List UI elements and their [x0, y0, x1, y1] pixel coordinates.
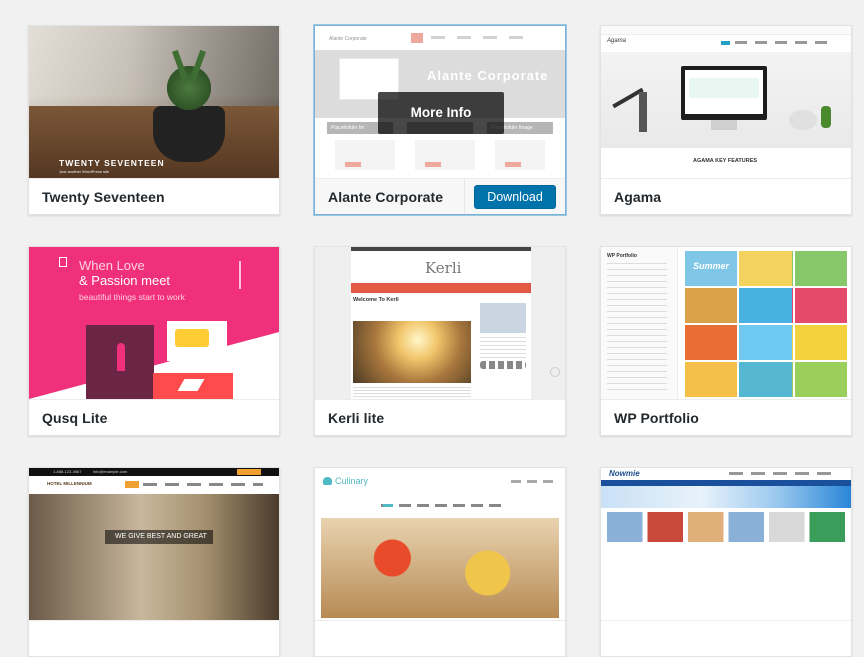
preview-phone: 1-888-123-4567: [53, 469, 82, 474]
more-info-label: More Info: [410, 105, 472, 120]
theme-name-bar: [601, 620, 851, 656]
preview-summer-text: Summer: [693, 261, 730, 271]
theme-screenshot[interactable]: WP Portfolio Summer: [601, 247, 851, 399]
theme-name: WP Portfolio: [614, 410, 699, 426]
theme-name-bar: [29, 620, 279, 656]
theme-name-bar: Kerli lite: [315, 399, 565, 435]
theme-name: Qusq Lite: [42, 410, 108, 426]
theme-card-qusq-lite[interactable]: When Love & Passion meet beautiful thing…: [28, 246, 280, 436]
theme-screenshot[interactable]: Alante Corporate Alante Corporate Placeh…: [315, 26, 565, 178]
preview-logo: Culinary: [335, 476, 369, 486]
theme-name-bar: Qusq Lite: [29, 399, 279, 435]
theme-screenshot[interactable]: Agama AGAMA KEY FEATURES: [601, 26, 851, 178]
theme-screenshot[interactable]: Nowmie: [601, 468, 851, 620]
preview-post-title: Welcome To Kerli: [353, 297, 399, 303]
preview-feature-heading: AGAMA KEY FEATURES: [693, 158, 758, 164]
food-photo: [321, 518, 559, 618]
theme-name-bar: WP Portfolio: [601, 399, 851, 435]
preview-email: info@example.com: [93, 469, 128, 474]
preview-hero-line: When Love: [79, 258, 145, 273]
preview-site-title: TWENTY SEVENTEEN: [59, 158, 165, 168]
theme-name-bar: Alante Corporate Download: [315, 178, 565, 214]
preview-tagline: Just another WordPress site: [59, 169, 110, 174]
theme-name: Alante Corporate: [328, 189, 444, 205]
theme-card-alante-corporate[interactable]: Alante Corporate Alante Corporate Placeh…: [314, 25, 566, 215]
theme-name: Agama: [614, 189, 662, 205]
theme-name-bar: Twenty Seventeen: [29, 178, 279, 214]
theme-card-agama[interactable]: Agama AGAMA KEY FEATURES Agama: [600, 25, 852, 215]
theme-screenshot[interactable]: Culinary: [315, 468, 565, 620]
sunset-photo: [353, 321, 471, 383]
theme-name: Twenty Seventeen: [42, 189, 165, 205]
theme-name-bar: Agama: [601, 178, 851, 214]
theme-name: Kerli lite: [328, 410, 385, 426]
theme-card-news[interactable]: Nowmie: [600, 467, 852, 657]
theme-screenshot[interactable]: TWENTY SEVENTEEN Just another WordPress …: [29, 26, 279, 178]
preview-hero-line: beautiful things start to work: [79, 292, 185, 302]
preview-hero-text: WE GIVE BEST AND GREAT: [115, 533, 207, 540]
preview-logo: Agama: [607, 38, 627, 44]
theme-screenshot[interactable]: 1-888-123-4567 info@example.com HOTEL MI…: [29, 468, 279, 620]
preview-logo: Nowmie: [609, 469, 640, 478]
theme-card-twenty-seventeen[interactable]: TWENTY SEVENTEEN Just another WordPress …: [28, 25, 280, 215]
theme-screenshot[interactable]: When Love & Passion meet beautiful thing…: [29, 247, 279, 399]
banner-image: [601, 486, 851, 508]
preview-sidebar-title: WP Portfolio: [607, 253, 637, 259]
theme-screenshot[interactable]: Kerli Welcome To Kerli: [315, 247, 565, 399]
theme-name-bar: [315, 620, 565, 656]
preview-hero-line: & Passion meet: [79, 273, 171, 288]
plant-pot-image: [153, 106, 225, 162]
theme-card-hotel[interactable]: 1-888-123-4567 info@example.com HOTEL MI…: [28, 467, 280, 657]
theme-card-kerli-lite[interactable]: Kerli Welcome To Kerli Kerli lite: [314, 246, 566, 436]
download-button[interactable]: Download: [474, 185, 556, 209]
portfolio-grid-image: [685, 251, 847, 397]
theme-card-culinary[interactable]: Culinary: [314, 467, 566, 657]
theme-card-wp-portfolio[interactable]: WP Portfolio Summer WP Portfolio: [600, 246, 852, 436]
more-info-button[interactable]: More Info: [378, 92, 504, 134]
preview-logo: HOTEL MILLENNIUM: [47, 481, 92, 486]
preview-logo: Kerli: [425, 259, 462, 277]
